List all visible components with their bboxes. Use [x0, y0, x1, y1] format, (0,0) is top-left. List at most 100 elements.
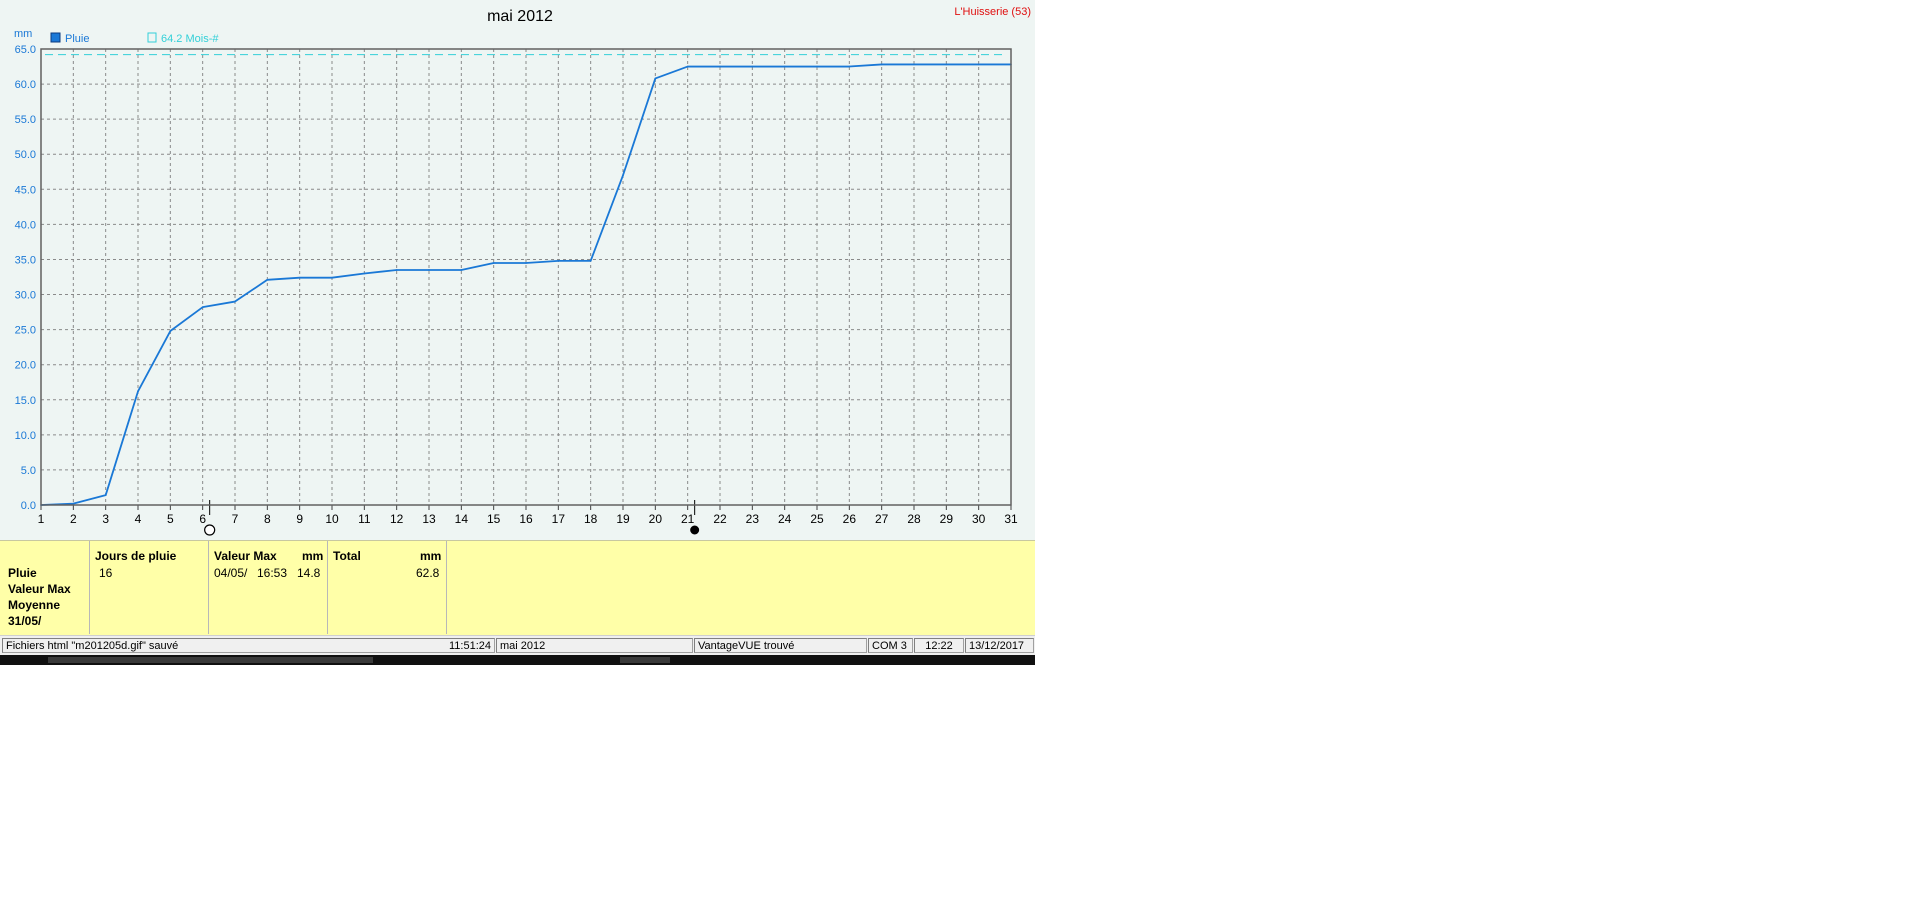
row-labels-column: Pluie Valeur Max Moyenne 31/05/: [0, 541, 90, 634]
x-tick-label: 10: [325, 512, 339, 526]
status-time: 11:51:24: [448, 640, 491, 652]
jours-de-pluie-header: Jours de pluie: [95, 549, 177, 563]
y-tick-label: 60.0: [15, 79, 36, 91]
y-tick-label: 10.0: [15, 430, 36, 442]
data-point: [72, 502, 75, 505]
status-message: Fichiers html "m201205d.gif" sauvé 11:51…: [2, 638, 495, 653]
data-point: [201, 306, 204, 308]
legend-swatch-pluie: [50, 32, 61, 43]
x-tick-label: 18: [584, 512, 598, 526]
full-moon-icon: [204, 524, 216, 536]
x-tick-label: 3: [102, 512, 109, 526]
x-tick-label: 21: [681, 512, 695, 526]
x-tick-label: 26: [843, 512, 857, 526]
x-tick-label: 5: [167, 512, 174, 526]
row-label-pluie: Pluie: [8, 566, 37, 580]
data-point: [848, 65, 851, 68]
data-point: [589, 260, 592, 262]
y-tick-label: 50.0: [15, 149, 36, 161]
x-tick-label: 27: [875, 512, 889, 526]
x-tick-label: 4: [135, 512, 142, 526]
x-tick-label: 22: [713, 512, 727, 526]
data-point: [686, 65, 689, 68]
x-tick-label: 12: [390, 512, 404, 526]
y-tick-label: 40.0: [15, 219, 36, 231]
status-clock: 12:22: [914, 638, 964, 653]
data-point: [460, 269, 463, 271]
y-tick-label: 45.0: [15, 184, 36, 196]
weather-app-window: mai 2012 L'Huisserie (53) mm Pluie 64.2 …: [0, 0, 1035, 665]
data-point: [816, 65, 818, 68]
row-label-date: 31/05/: [8, 614, 42, 628]
x-tick-label: 8: [264, 512, 271, 526]
legend-label-pluie: Pluie: [65, 33, 89, 45]
rain-chart-panel: mai 2012 L'Huisserie (53) mm Pluie 64.2 …: [0, 0, 1035, 540]
x-tick-label: 30: [972, 512, 986, 526]
x-tick-label: 11: [358, 512, 371, 526]
summary-panel: Pluie Valeur Max Moyenne 31/05/ Jours de…: [0, 540, 1035, 636]
status-message-text: Fichiers html "m201205d.gif" sauvé: [6, 640, 179, 652]
y-tick-label: 65.0: [15, 44, 36, 56]
valeur-max-unit: mm: [302, 549, 324, 563]
total-header: Total: [333, 549, 361, 563]
x-tick-label: 29: [940, 512, 954, 526]
x-tick-label: 2: [70, 512, 77, 526]
x-tick-label: 31: [1004, 512, 1018, 526]
data-point: [137, 390, 139, 393]
data-point: [880, 63, 883, 66]
data-point: [298, 276, 301, 279]
data-point: [783, 65, 786, 68]
x-tick-label: 23: [746, 512, 760, 526]
data-point: [492, 262, 495, 264]
chart-title: mai 2012: [487, 8, 553, 25]
rain-chart: mai 2012 L'Huisserie (53) mm Pluie 64.2 …: [14, 6, 1031, 536]
valeur-max-date: 04/05/: [214, 566, 248, 580]
data-point: [525, 262, 527, 264]
data-point: [395, 269, 398, 271]
total-unit: mm: [420, 549, 442, 563]
data-point: [169, 330, 172, 332]
data-point: [331, 276, 333, 279]
new-moon-icon: [690, 525, 700, 535]
y-tick-label: 30.0: [15, 290, 36, 302]
x-tick-label: 16: [519, 512, 533, 526]
x-tick-label: 25: [810, 512, 824, 526]
row-label-moyenne: Moyenne: [8, 598, 61, 612]
x-tick-label: 13: [422, 512, 436, 526]
x-tick-label: 20: [649, 512, 663, 526]
data-point: [622, 174, 624, 177]
jours-de-pluie-value: 16: [99, 566, 113, 580]
valeur-max-time: 16:53: [257, 566, 288, 580]
valeur-max-column: Valeur Max mm 04/05/ 16:53 14.8: [209, 541, 328, 634]
data-point: [557, 260, 560, 262]
x-tick-label: 6: [199, 512, 206, 526]
y-tick-label: 55.0: [15, 114, 36, 126]
y-tick-label: 20.0: [15, 360, 36, 372]
valeur-max-header: Valeur Max: [214, 549, 277, 563]
data-point: [913, 63, 915, 66]
x-tick-label: 9: [296, 512, 303, 526]
x-tick-label: 19: [616, 512, 630, 526]
x-tick-label: 28: [907, 512, 921, 526]
status-date: 13/12/2017: [965, 638, 1034, 653]
legend-label-reference: 64.2 Mois-#: [161, 33, 219, 45]
y-tick-label: 25.0: [15, 325, 36, 337]
data-point: [428, 269, 430, 271]
row-label-valeur-max: Valeur Max: [8, 582, 71, 596]
x-tick-label: 15: [487, 512, 501, 526]
y-tick-label: 0.0: [21, 500, 36, 512]
status-bar: Fichiers html "m201205d.gif" sauvé 11:51…: [0, 635, 1035, 656]
total-value: 62.8: [416, 566, 440, 580]
x-tick-label: 1: [38, 512, 45, 526]
y-tick-label: 35.0: [15, 254, 36, 266]
taskbar-segment: [620, 657, 670, 663]
data-point: [234, 300, 236, 303]
y-tick-label: 5.0: [21, 465, 36, 477]
x-tick-label: 24: [778, 512, 792, 526]
status-port: COM 3: [868, 638, 913, 653]
y-tick-label: 15.0: [15, 395, 36, 407]
data-point: [266, 279, 269, 281]
data-point: [751, 65, 754, 68]
valeur-max-value: 14.8: [297, 566, 321, 580]
x-tick-label: 14: [455, 512, 469, 526]
